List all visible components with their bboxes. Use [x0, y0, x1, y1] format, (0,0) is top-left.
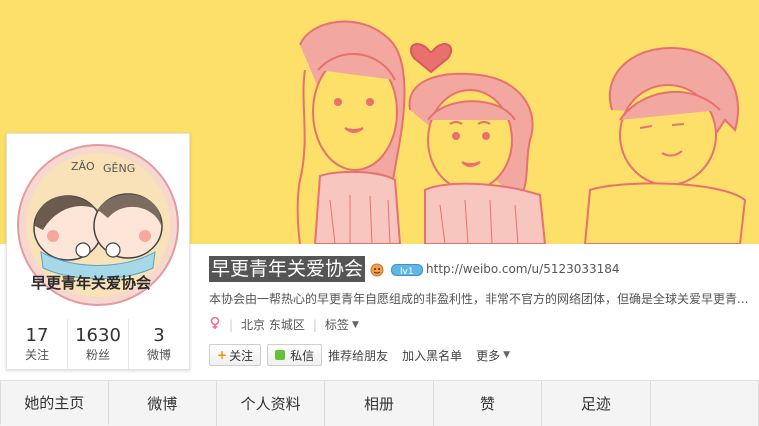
tab-weibo[interactable]: 微博 [108, 381, 217, 426]
divider: | [229, 317, 234, 332]
avatar[interactable]: ZǍO GĒNG 早更青年关爱协会 [13, 140, 183, 310]
gender-female-icon [209, 316, 221, 333]
chevron-down-icon: ▼ [351, 319, 359, 330]
avatar-pinyin-2: GĒNG [103, 162, 135, 175]
follow-label: 关注 [229, 348, 254, 363]
location-text: 北京 东城区 [241, 318, 305, 332]
stats-bar: 17 关注 1630 粉丝 3 微博 [7, 319, 189, 369]
level-badge-icon[interactable]: lv1 [391, 262, 424, 277]
avatar-pinyin-1: ZǍO [71, 160, 95, 173]
more-dropdown[interactable]: 更多 ▼ [476, 347, 510, 364]
message-button[interactable]: 私信 [267, 344, 323, 366]
tab-extra[interactable] [650, 381, 759, 426]
profile-actions: + 关注 私信 推荐给朋友 加入黑名单 更多 ▼ [209, 344, 524, 366]
recommend-link[interactable]: 推荐给朋友 [328, 347, 388, 364]
profile-header: 早更青年关爱协会 lv1 http://weibo.com/u/51230331… [209, 256, 620, 282]
plus-icon: + [217, 348, 228, 362]
tab-home[interactable]: 她的主页 [0, 381, 109, 426]
stat-posts[interactable]: 3 微博 [129, 319, 189, 369]
stat-posts-count: 3 [153, 325, 165, 346]
tags-label: 标签 [324, 318, 349, 332]
more-label: 更多 [476, 348, 501, 363]
avatar-image: ZǍO GĒNG 早更青年关爱协会 [17, 144, 179, 306]
stat-followers-label: 粉丝 [85, 348, 110, 362]
tab-likes[interactable]: 赞 [433, 381, 543, 426]
stat-posts-label: 微博 [146, 348, 171, 362]
profile-url-link[interactable]: http://weibo.com/u/5123033184 [426, 262, 620, 276]
chevron-down-icon: ▼ [503, 350, 511, 360]
level-badge-text: lv1 [400, 267, 414, 277]
tab-footprints[interactable]: 足迹 [542, 381, 651, 426]
stat-followers-count: 1630 [75, 325, 121, 346]
profile-bio: 本协会由一帮热心的早更青年自愿组成的非盈利性，非常不官方的网络团体，但确是全球关… [209, 292, 749, 306]
stat-following-count: 17 [25, 325, 49, 346]
profile-tabs: 她的主页 微博 个人资料 相册 赞 足迹 [0, 380, 759, 426]
stat-following-label: 关注 [24, 348, 49, 362]
avatar-caption: 早更青年关爱协会 [31, 274, 151, 292]
follow-button[interactable]: + 关注 [209, 344, 262, 366]
divider: | [312, 317, 317, 332]
stat-followers[interactable]: 1630 粉丝 [68, 319, 129, 369]
tab-album[interactable]: 相册 [325, 381, 434, 426]
message-label: 私信 [290, 348, 315, 363]
stat-following[interactable]: 17 关注 [7, 319, 68, 369]
profile-meta: | 北京 东城区 | 标签 ▼ [209, 316, 359, 333]
blacklist-link[interactable]: 加入黑名单 [402, 347, 462, 364]
message-icon [275, 350, 286, 360]
profile-name[interactable]: 早更青年关爱协会 [209, 256, 366, 282]
tags-dropdown[interactable]: 标签 ▼ [325, 316, 359, 333]
tab-profile-info[interactable]: 个人资料 [216, 381, 326, 426]
verified-badge-icon[interactable] [369, 262, 387, 277]
avatar-card: ZǍO GĒNG 早更青年关爱协会 17 关注 1630 粉丝 3 微博 [6, 133, 190, 370]
